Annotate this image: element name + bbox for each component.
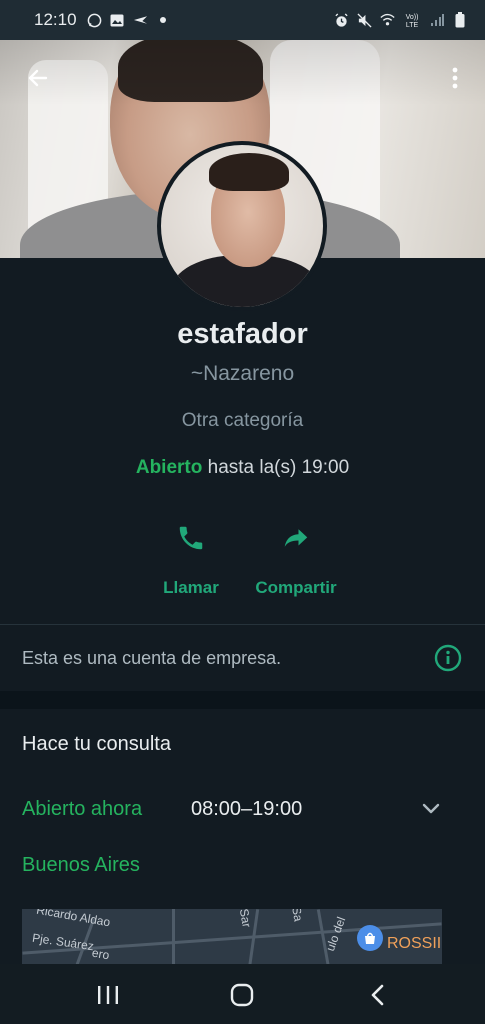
chevron-down-icon[interactable] — [419, 797, 443, 821]
status-right-icons: Vo)) LTE — [334, 12, 467, 28]
open-now-label: Abierto ahora — [22, 798, 143, 820]
map-street-label: ulo del — [323, 914, 349, 954]
arrow-left-icon — [28, 69, 48, 87]
map-preview[interactable]: Ricardo Aldao Pje. Suárez Sar Sa ulo del… — [22, 909, 442, 964]
back-button[interactable] — [20, 60, 56, 96]
business-address[interactable]: Buenos Aires — [22, 854, 140, 877]
section-separator — [0, 691, 485, 709]
business-category: Otra categoría — [181, 410, 304, 431]
signal-icon — [429, 13, 444, 27]
more-vert-icon — [452, 67, 458, 89]
hours-line: Abierto hasta la(s) 19:00 — [0, 457, 485, 479]
avatar[interactable] — [157, 141, 327, 311]
phone-icon — [173, 520, 209, 556]
volte-icon: Vo)) LTE — [403, 13, 421, 28]
status-time: 12:10 — [34, 10, 77, 29]
business-account-text: Esta es una cuenta de empresa. — [22, 647, 282, 668]
map-street-label: ero — [90, 945, 111, 963]
push-name: ~Nazareno — [190, 362, 295, 385]
more-options-button[interactable] — [440, 60, 470, 96]
alarm-icon — [334, 12, 349, 27]
home-icon[interactable] — [222, 978, 262, 1012]
carrier-icon — [133, 13, 148, 27]
map-street-label: Sa — [289, 909, 306, 923]
back-icon[interactable] — [358, 978, 398, 1012]
business-description: Hace tu consulta — [22, 733, 171, 755]
status-left-icons — [87, 13, 171, 27]
store-pin-icon — [357, 925, 383, 951]
gallery-icon — [110, 13, 125, 27]
business-account-row[interactable]: Esta es una cuenta de empresa. — [0, 625, 485, 691]
open-status: Abierto — [135, 457, 203, 478]
whatsapp-icon — [87, 13, 102, 27]
map-poi-label: ROSSII — [387, 935, 442, 952]
hours-suffix: hasta la(s) 19:00 — [207, 457, 350, 478]
wifi-icon — [380, 13, 395, 27]
dot-icon — [156, 13, 171, 27]
volte-text: Vo)) — [406, 14, 419, 21]
mute-icon — [357, 12, 372, 28]
status-bar: 12:10 Vo)) LTE — [0, 0, 485, 40]
share-label: Compartir — [255, 578, 337, 597]
system-nav-bar — [0, 964, 485, 1024]
share-icon — [278, 520, 314, 556]
call-label: Llamar — [163, 578, 219, 597]
profile-name: estafador — [177, 318, 308, 350]
volte-text: LTE — [406, 22, 419, 28]
info-icon[interactable] — [433, 643, 463, 673]
map-street-label: Sar — [236, 909, 254, 929]
call-button[interactable]: Llamar — [146, 520, 236, 598]
map-street-label: Ricardo Aldao — [35, 909, 112, 930]
recent-apps-icon[interactable] — [88, 978, 128, 1012]
battery-icon — [452, 12, 467, 28]
hours-range: 08:00–19:00 — [191, 798, 303, 820]
share-button[interactable]: Compartir — [244, 520, 348, 598]
